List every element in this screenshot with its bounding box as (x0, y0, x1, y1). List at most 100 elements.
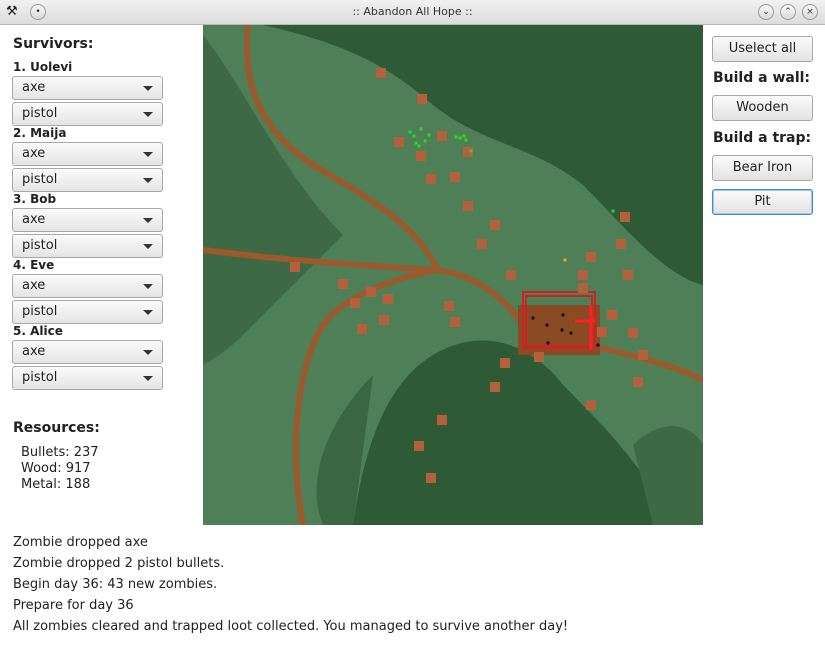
minimize-button[interactable]: ⌄ (758, 4, 774, 20)
select-value: axe (22, 344, 46, 359)
zombie-marker (366, 287, 376, 297)
zombie-marker (500, 358, 510, 368)
build-wall-heading: Build a wall: (713, 70, 811, 86)
zombie-marker (490, 382, 500, 392)
zombie-marker (578, 283, 588, 293)
zombie-marker (383, 294, 393, 304)
zombie-marker (426, 473, 436, 483)
wooden-wall-button[interactable]: Wooden (712, 95, 813, 121)
survivor-name: 3. Bob (13, 192, 57, 206)
zombie-marker (586, 252, 596, 262)
chevron-down-icon (143, 244, 153, 249)
chevron-down-icon (143, 284, 153, 289)
close-button[interactable]: × (802, 4, 818, 20)
zombie-marker (633, 377, 643, 387)
resources-heading: Resources: (13, 420, 100, 436)
zombie-marker (620, 212, 630, 222)
chevron-down-icon (143, 86, 153, 91)
survivor-melee-select[interactable]: axe (12, 340, 163, 364)
survivor-marker[interactable] (408, 130, 412, 134)
map-canvas[interactable] (200, 22, 706, 528)
survivor-name: 4. Eve (13, 258, 55, 272)
bear-iron-trap-button[interactable]: Bear Iron (712, 155, 813, 181)
window-titlebar: ⚒ • :: Abandon All Hope :: ⌄ ⌃ × (0, 0, 825, 25)
survivor-marker[interactable] (417, 144, 421, 148)
survivor-marker[interactable] (419, 127, 423, 131)
zombie-marker (607, 310, 617, 320)
select-value: pistol (22, 238, 58, 253)
chevron-down-icon (143, 218, 153, 223)
zombie-marker (417, 94, 427, 104)
survivor-marker[interactable] (412, 134, 416, 138)
chevron-down-icon (143, 350, 153, 355)
maximize-button[interactable]: ⌃ (780, 4, 796, 20)
base-unit-marker (569, 331, 573, 335)
survivor-gun-select[interactable]: pistol (12, 168, 163, 192)
survivor-marker[interactable] (423, 139, 427, 143)
survivor-gun-select[interactable]: pistol (12, 234, 163, 258)
survivor-marker[interactable] (462, 134, 466, 138)
zombie-marker (444, 301, 454, 311)
survivor-marker[interactable] (464, 138, 468, 142)
zombie-marker (426, 174, 436, 184)
zombie-marker (357, 324, 367, 334)
zombie-marker (350, 298, 360, 308)
survivor-gun-select[interactable]: pistol (12, 300, 163, 324)
base-unit-marker (545, 323, 549, 327)
zombie-marker (379, 315, 389, 325)
zombie-marker (437, 415, 447, 425)
chevron-down-icon (143, 310, 153, 315)
zombie-marker (414, 441, 424, 451)
zombie-marker (376, 68, 386, 78)
log-line: Zombie dropped 2 pistol bullets. (13, 556, 225, 571)
zombie-marker (394, 137, 404, 147)
select-value: pistol (22, 370, 58, 385)
survivor-melee-select[interactable]: axe (12, 76, 163, 100)
zombie-marker (616, 239, 626, 249)
zombie-marker (450, 317, 460, 327)
survivor-marker[interactable] (458, 136, 462, 140)
zombie-marker (586, 400, 596, 410)
zombie-marker (290, 262, 300, 272)
zombie-marker (477, 239, 487, 249)
select-value: pistol (22, 172, 58, 187)
base-unit-marker (596, 343, 600, 347)
select-value: axe (22, 278, 46, 293)
survivors-heading: Survivors: (13, 36, 94, 52)
survivor-name: 2. Maija (13, 126, 67, 140)
zombie-marker (450, 172, 460, 182)
zombie-marker (597, 327, 607, 337)
game-map[interactable] (200, 22, 706, 528)
zombie-marker (534, 352, 544, 362)
survivor-marker[interactable] (414, 141, 418, 145)
survivor-marker[interactable] (563, 258, 567, 262)
zombie-marker (623, 270, 633, 280)
zombie-marker (638, 350, 648, 360)
log-line: Prepare for day 36 (13, 598, 134, 613)
select-value: axe (22, 212, 46, 227)
chevron-down-icon (143, 376, 153, 381)
survivor-gun-select[interactable]: pistol (12, 366, 163, 390)
zombie-marker (490, 220, 500, 230)
zombie-marker (437, 131, 447, 141)
chevron-down-icon (143, 112, 153, 117)
survivor-name: 1. Uolevi (13, 60, 73, 74)
base-unit-marker (546, 341, 550, 345)
window-title: :: Abandon All Hope :: (352, 5, 473, 18)
survivor-melee-select[interactable]: axe (12, 274, 163, 298)
log-line: Zombie dropped axe (13, 535, 148, 550)
zombie-marker (506, 270, 516, 280)
survivor-marker[interactable] (469, 149, 473, 153)
survivor-marker[interactable] (427, 133, 431, 137)
unselect-all-button[interactable]: Uselect all (712, 36, 813, 62)
survivor-gun-select[interactable]: pistol (12, 102, 163, 126)
survivor-name: 5. Alice (13, 324, 63, 338)
survivor-melee-select[interactable]: axe (12, 208, 163, 232)
survivor-melee-select[interactable]: axe (12, 142, 163, 166)
base-unit-marker (561, 313, 565, 317)
bullets-count: Bullets: 237 (21, 445, 99, 460)
survivor-marker[interactable] (611, 209, 615, 213)
survivor-marker[interactable] (454, 135, 458, 139)
pit-trap-button[interactable]: Pit (712, 189, 813, 215)
zombie-marker (463, 201, 473, 211)
